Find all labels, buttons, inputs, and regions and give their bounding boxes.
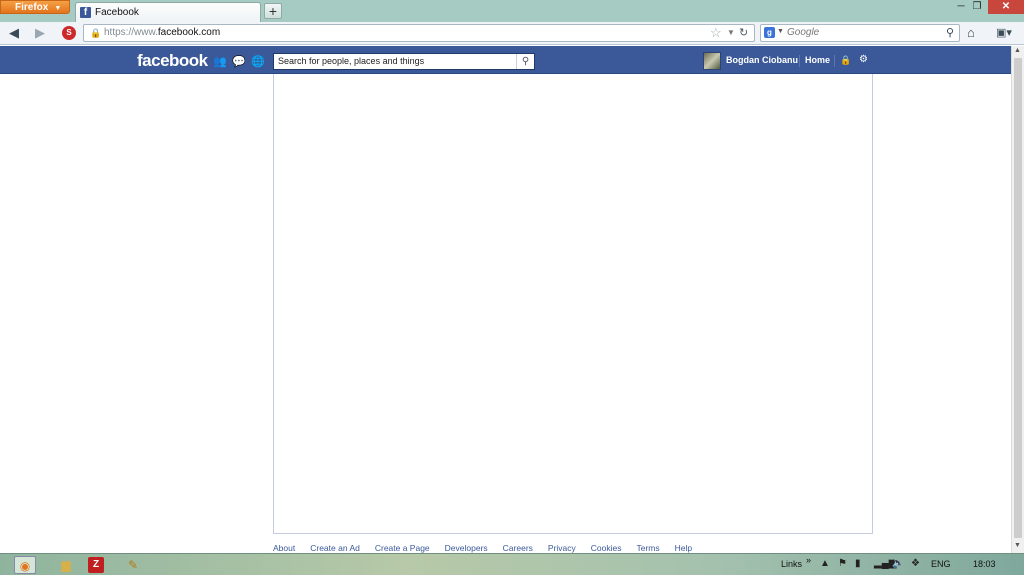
facebook-search-placeholder: Search for people, places and things: [278, 56, 425, 66]
header-divider: [799, 55, 800, 67]
forward-arrow-icon[interactable]: ▶: [32, 26, 48, 40]
back-arrow-icon[interactable]: ◀: [6, 26, 22, 40]
history-dropdown-icon[interactable]: ▼: [727, 28, 735, 37]
avatar[interactable]: [703, 52, 721, 70]
google-engine-icon[interactable]: g: [764, 27, 775, 38]
privacy-shortcuts-icon[interactable]: 🔒: [840, 55, 851, 66]
taskbar-tool-icon[interactable]: ✎: [122, 556, 144, 574]
battery-icon[interactable]: ▮: [855, 558, 861, 569]
scrollbar-thumb[interactable]: [1014, 58, 1022, 538]
facebook-search-input[interactable]: Search for people, places and things ⚲: [273, 53, 535, 70]
notifications-globe-icon[interactable]: 🌐: [251, 55, 265, 68]
footer-link-create-page[interactable]: Create a Page: [375, 543, 430, 553]
messages-icon[interactable]: 💬: [232, 55, 246, 68]
footer-links: About Create an Ad Create a Page Develop…: [273, 543, 707, 553]
browser-titlebar: Firefox ▼ f Facebook + ─ ❐ ✕: [0, 0, 1024, 22]
url-prefix: https://www.: [104, 27, 158, 38]
main-content-area: [273, 74, 873, 534]
new-tab-button[interactable]: +: [264, 3, 282, 19]
extension-icon[interactable]: S: [62, 26, 76, 40]
tab-title: Facebook: [95, 7, 139, 18]
scroll-down-icon[interactable]: ▼: [1014, 542, 1021, 549]
footer-link-careers[interactable]: Careers: [503, 543, 533, 553]
close-icon[interactable]: ✕: [988, 0, 1024, 14]
footer-link-developers[interactable]: Developers: [445, 543, 488, 553]
footer-link-about[interactable]: About: [273, 543, 295, 553]
profile-link[interactable]: Bogdan Ciobanu: [726, 55, 798, 65]
footer-link-cookies[interactable]: Cookies: [591, 543, 622, 553]
chevron-right-icon[interactable]: »: [806, 555, 811, 565]
clock[interactable]: 18:03: [973, 559, 996, 569]
home-icon[interactable]: ⌂: [967, 25, 975, 40]
header-divider: [834, 55, 835, 67]
url-bar[interactable]: 🔒 https://www.facebook.com ☆ ▼ ↻: [83, 24, 755, 42]
toolbar-menu-icon[interactable]: ▣▾: [996, 26, 1016, 39]
taskbar-firefox-icon[interactable]: ◉: [14, 556, 36, 574]
gear-icon[interactable]: ⚙: [859, 54, 868, 65]
tab-facebook[interactable]: f Facebook: [75, 2, 261, 22]
facebook-search-icon[interactable]: ⚲: [516, 54, 534, 69]
bookmark-star-icon[interactable]: ☆: [710, 25, 722, 41]
footer-link-terms[interactable]: Terms: [637, 543, 660, 553]
search-placeholder: Google: [787, 27, 820, 38]
firefox-menu-button[interactable]: Firefox ▼: [0, 0, 70, 14]
firefox-menu-label: Firefox: [15, 2, 49, 13]
taskbar-folder-icon[interactable]: ▆: [55, 556, 77, 574]
show-hidden-icons-icon[interactable]: ▲: [820, 558, 830, 569]
friend-requests-icon[interactable]: 👥: [213, 55, 227, 68]
taskbar-links-toolbar[interactable]: Links: [781, 559, 802, 569]
facebook-logo[interactable]: facebook: [137, 51, 208, 71]
language-indicator[interactable]: ENG: [931, 559, 951, 569]
volume-icon[interactable]: 🔈: [892, 558, 904, 569]
taskbar-filezilla-icon[interactable]: Z: [88, 557, 104, 573]
lock-icon: 🔒: [90, 28, 102, 38]
action-center-flag-icon[interactable]: ⚑: [838, 558, 847, 569]
reload-icon[interactable]: ↻: [739, 26, 748, 39]
navigation-toolbar: ◀ ▶ S 🔒 https://www.facebook.com ☆ ▼ ↻ g…: [0, 22, 1024, 45]
facebook-header: facebook 👥 💬 🌐 Search for people, places…: [0, 46, 1011, 74]
footer-link-privacy[interactable]: Privacy: [548, 543, 576, 553]
home-link[interactable]: Home: [805, 55, 830, 65]
chevron-down-icon: ▼: [54, 5, 62, 12]
url-host: facebook.com: [157, 27, 221, 38]
engine-dropdown-icon[interactable]: ▼: [777, 28, 784, 35]
dropbox-icon[interactable]: ❖: [911, 558, 920, 569]
page-scrollbar[interactable]: ▲ ▼: [1011, 46, 1024, 553]
restore-icon[interactable]: ❐: [966, 0, 988, 14]
url-text[interactable]: https://www.facebook.com: [104, 27, 220, 38]
scroll-up-icon[interactable]: ▲: [1014, 47, 1021, 54]
footer-link-help[interactable]: Help: [675, 543, 692, 553]
search-icon[interactable]: ⚲: [946, 26, 954, 39]
windows-taskbar: ◉ ▆ Z ✎ Links » ▲ ⚑ ▮ ▂▄▆ 🔈 ❖ ENG 18:03: [0, 553, 1024, 575]
browser-search-bar[interactable]: g ▼ Google ⚲: [760, 24, 960, 42]
footer-link-create-ad[interactable]: Create an Ad: [310, 543, 360, 553]
facebook-favicon-icon: f: [80, 7, 91, 18]
